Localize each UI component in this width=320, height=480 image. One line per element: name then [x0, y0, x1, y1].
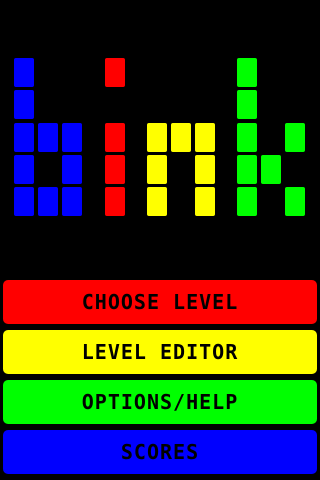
logo-tile-b: [14, 155, 34, 184]
logo-tile-k: [237, 155, 257, 184]
logo-tile-b: [14, 90, 34, 119]
logo-tile-n: [195, 123, 215, 152]
logo-tile-i: [105, 123, 125, 152]
logo-tile-b: [62, 155, 82, 184]
logo-tile-k: [285, 187, 305, 216]
bink-logo: [0, 0, 320, 270]
logo-tile-n: [147, 155, 167, 184]
level-editor-button[interactable]: LEVEL EDITOR: [3, 330, 317, 374]
logo-tile-n: [147, 187, 167, 216]
logo-tile-n: [195, 187, 215, 216]
logo-tile-b: [14, 187, 34, 216]
options-help-button[interactable]: OPTIONS/HELP: [3, 380, 317, 424]
logo-tile-k: [237, 187, 257, 216]
logo-tile-k: [237, 123, 257, 152]
logo-tile-n: [171, 123, 191, 152]
logo-tile-b: [14, 58, 34, 87]
choose-level-button[interactable]: CHOOSE LEVEL: [3, 280, 317, 324]
logo-tile-i: [105, 58, 125, 87]
scores-button[interactable]: SCORES: [3, 430, 317, 474]
logo-tile-i: [105, 155, 125, 184]
logo-tile-b: [14, 123, 34, 152]
logo-tile-b: [38, 123, 58, 152]
logo-tile-b: [62, 123, 82, 152]
logo-tile-i: [105, 187, 125, 216]
logo-tile-n: [147, 123, 167, 152]
logo-tile-k: [285, 123, 305, 152]
logo-tile-b: [38, 187, 58, 216]
logo-tile-b: [62, 187, 82, 216]
logo-tile-k: [261, 155, 281, 184]
logo-tile-k: [237, 58, 257, 87]
logo-tile-k: [237, 90, 257, 119]
logo-tile-n: [195, 155, 215, 184]
